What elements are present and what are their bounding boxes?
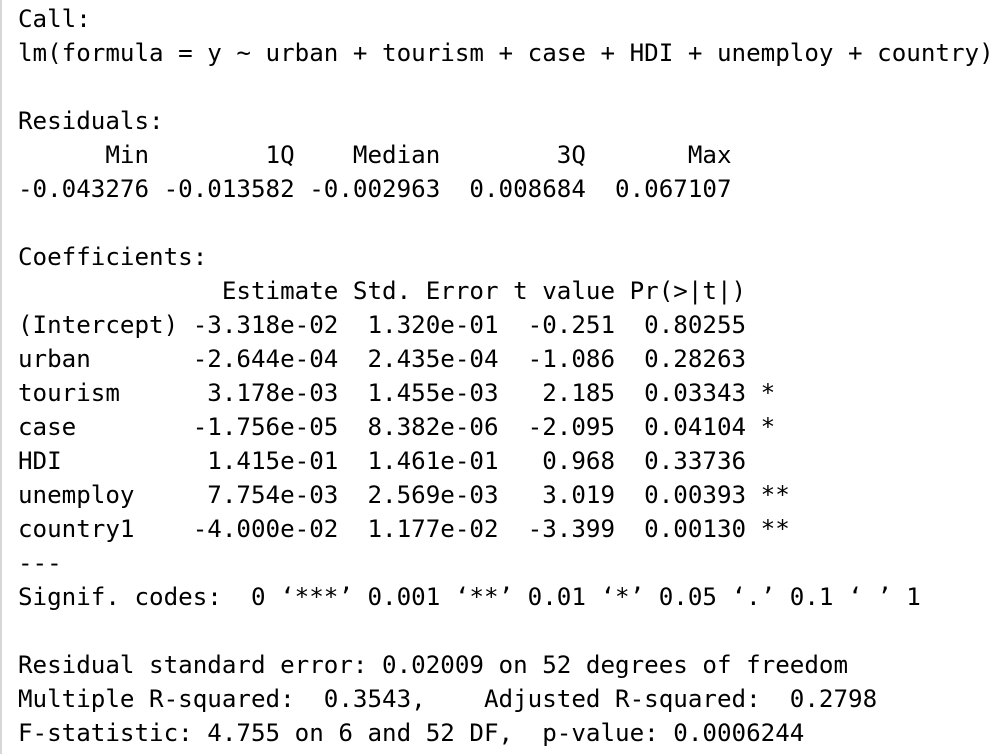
residuals-values-row: -0.043276 -0.013582 -0.002963 0.008684 0… xyxy=(18,175,747,203)
r-squared-line: Multiple R-squared: 0.3543, Adjusted R-s… xyxy=(18,685,892,713)
separator-line: --- xyxy=(18,549,62,577)
coefficient-row-case: case -1.756e-05 8.382e-06 -2.095 0.04104… xyxy=(18,413,790,441)
coefficient-row-unemploy: unemploy 7.754e-03 2.569e-03 3.019 0.003… xyxy=(18,481,790,509)
coefficient-row-tourism: tourism 3.178e-03 1.455e-03 2.185 0.0334… xyxy=(18,379,790,407)
console-output-panel: Call: lm(formula = y ~ urban + tourism + … xyxy=(0,0,994,754)
call-formula: lm(formula = y ~ urban + tourism + case … xyxy=(18,39,994,67)
coefficient-row-urban: urban -2.644e-04 2.435e-04 -1.086 0.2826… xyxy=(18,345,790,373)
f-statistic-line: F-statistic: 4.755 on 6 and 52 DF, p-val… xyxy=(18,719,805,747)
coefficients-header-row: Estimate Std. Error t value Pr(>|t|) xyxy=(18,277,790,305)
residuals-heading: Residuals: xyxy=(18,107,164,135)
coefficients-heading: Coefficients: xyxy=(18,243,208,271)
coefficient-row-intercept: (Intercept) -3.318e-02 1.320e-01 -0.251 … xyxy=(18,311,790,339)
coefficient-row-country1: country1 -4.000e-02 1.177e-02 -3.399 0.0… xyxy=(18,515,790,543)
signif-codes-line: Signif. codes: 0 ‘***’ 0.001 ‘**’ 0.01 ‘… xyxy=(18,583,921,611)
residuals-header-row: Min 1Q Median 3Q Max xyxy=(18,141,747,169)
call-heading: Call: xyxy=(18,5,91,33)
coefficient-row-hdi: HDI 1.415e-01 1.461e-01 0.968 0.33736 xyxy=(18,447,790,475)
regression-summary-output: Call: lm(formula = y ~ urban + tourism + … xyxy=(18,2,994,750)
residual-standard-error-line: Residual standard error: 0.02009 on 52 d… xyxy=(18,651,849,679)
